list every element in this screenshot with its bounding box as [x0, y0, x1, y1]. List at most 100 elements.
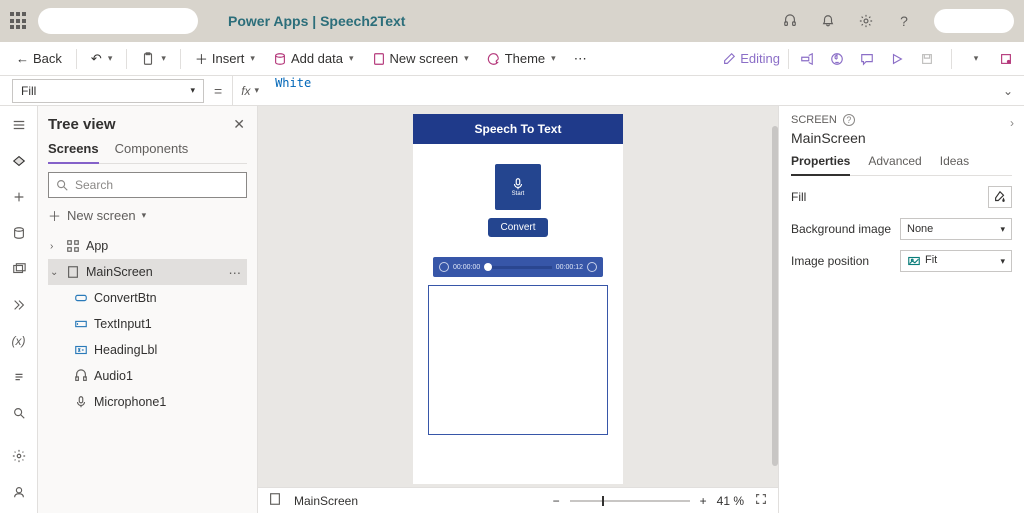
back-button[interactable]: ←Back — [10, 47, 68, 70]
app-title: Power Apps | Speech2Text — [228, 13, 405, 29]
comments-icon[interactable] — [859, 51, 875, 67]
tab-components[interactable]: Components — [115, 141, 189, 163]
command-bar: ←Back ↶▾ ▾ ＋Insert▾ Add data▾ New screen… — [0, 42, 1024, 76]
tree-title: Tree view — [48, 116, 247, 133]
app-launcher-icon[interactable] — [10, 12, 28, 30]
tab-screens[interactable]: Screens — [48, 141, 99, 164]
tab-properties[interactable]: Properties — [791, 154, 850, 176]
bgimage-select[interactable]: None▾ — [900, 218, 1012, 240]
back-label: Back — [33, 51, 62, 66]
canvas-microphone[interactable]: Start — [495, 164, 541, 210]
tree-item-headinglbl[interactable]: HeadingLbl — [48, 337, 247, 363]
insert-rail-icon[interactable] — [10, 188, 28, 206]
canvas-audio-player[interactable]: 00:00:00 00:00:12 — [433, 257, 603, 277]
new-screen-cmd[interactable]: New screen▾ — [366, 47, 475, 70]
tree-item-microphone[interactable]: Microphone1 — [48, 389, 247, 415]
imgpos-select[interactable]: Fit ▾ — [900, 250, 1012, 272]
expand-formula-icon[interactable]: ⌄ — [992, 84, 1024, 98]
account-pill[interactable] — [934, 9, 1014, 33]
tab-ideas[interactable]: Ideas — [940, 154, 969, 175]
advanced-tools-icon[interactable] — [10, 368, 28, 386]
tree-item-more-icon[interactable]: ⋯ — [229, 265, 248, 280]
tree-item-app[interactable]: › App — [48, 233, 247, 259]
property-selector[interactable]: Fill ▾ — [12, 79, 204, 103]
app-checker-icon[interactable] — [829, 51, 845, 67]
canvas-status-bar: MainScreen − + 41 % — [258, 487, 778, 513]
imgpos-label: Image position — [791, 254, 869, 268]
tree-label: Microphone1 — [94, 395, 166, 409]
screen-icon — [268, 492, 282, 509]
media-rail-icon[interactable] — [10, 260, 28, 278]
virtual-agent-icon[interactable] — [782, 13, 798, 29]
virtual-agent-rail-icon[interactable] — [10, 483, 28, 501]
play-icon[interactable] — [439, 262, 449, 272]
canvas-textinput[interactable] — [428, 285, 608, 435]
power-automate-icon[interactable] — [10, 296, 28, 314]
screen-name: MainScreen — [791, 130, 1012, 146]
zoom-out-icon[interactable]: − — [553, 494, 560, 508]
screen-label: SCREEN — [791, 114, 837, 126]
tree-item-audio[interactable]: Audio1 — [48, 363, 247, 389]
environment-pill[interactable] — [38, 8, 198, 34]
tree-view-icon[interactable] — [10, 152, 28, 170]
editing-mode[interactable]: Editing — [716, 47, 786, 70]
settings-rail-icon[interactable] — [10, 447, 28, 465]
theme-label: Theme — [505, 51, 545, 66]
fill-color-swatch[interactable] — [988, 186, 1012, 208]
tree-label: App — [86, 239, 108, 253]
tree-item-mainscreen[interactable]: ⌄ MainScreen ⋯ — [48, 259, 247, 285]
help-circle-icon[interactable]: ? — [843, 114, 855, 126]
help-icon[interactable]: ? — [896, 13, 912, 29]
audio-menu-icon[interactable] — [587, 262, 597, 272]
preview-icon[interactable] — [889, 51, 905, 67]
publish-split-chev[interactable]: ▾ — [968, 51, 984, 67]
fx-button[interactable]: fx▾ — [232, 76, 267, 105]
tree-label: HeadingLbl — [94, 343, 157, 357]
publish-icon[interactable] — [998, 51, 1014, 67]
save-icon[interactable] — [919, 51, 935, 67]
formula-input[interactable]: White — [267, 76, 992, 105]
imgpos-value: Fit — [925, 254, 937, 268]
share-icon[interactable] — [799, 51, 815, 67]
canvas-convert-button[interactable]: Convert — [488, 218, 547, 237]
tree-label: Audio1 — [94, 369, 133, 383]
editing-label: Editing — [740, 51, 780, 66]
audio-current: 00:00:00 — [453, 264, 480, 271]
title-separator: | — [312, 13, 316, 29]
zoom-value: 41 % — [717, 494, 744, 508]
canvas-heading[interactable]: Speech To Text — [413, 114, 623, 144]
tab-advanced[interactable]: Advanced — [868, 154, 921, 175]
add-data-button[interactable]: Add data▾ — [267, 47, 360, 70]
zoom-in-icon[interactable]: + — [700, 494, 707, 508]
tree-label: TextInput1 — [94, 317, 152, 331]
tree-label: ConvertBtn — [94, 291, 157, 305]
tree-item-convertbtn[interactable]: ConvertBtn — [48, 285, 247, 311]
search-rail-icon[interactable] — [10, 404, 28, 422]
add-data-label: Add data — [291, 51, 343, 66]
tree-search-input[interactable]: Search — [48, 172, 247, 198]
fit-to-screen-icon[interactable] — [754, 492, 768, 509]
close-panel-icon[interactable]: ✕ — [233, 116, 245, 133]
zoom-slider[interactable] — [570, 500, 690, 502]
settings-icon[interactable] — [858, 13, 874, 29]
app-canvas[interactable]: Speech To Text Start Convert 00:00:00 00… — [413, 114, 623, 484]
new-screen-label: New screen — [390, 51, 459, 66]
panel-collapse-icon[interactable]: › — [1010, 116, 1014, 130]
new-screen-tree-label: New screen — [67, 208, 136, 223]
theme-button[interactable]: Theme▾ — [481, 47, 562, 70]
properties-panel: › SCREEN? MainScreen Properties Advanced… — [778, 106, 1024, 513]
notifications-icon[interactable] — [820, 13, 836, 29]
new-screen-button[interactable]: ＋New screen▾ — [48, 206, 247, 225]
insert-label: Insert — [212, 51, 245, 66]
paste-button[interactable]: ▾ — [135, 48, 172, 70]
hamburger-icon[interactable] — [10, 116, 28, 134]
undo-button[interactable]: ↶▾ — [85, 47, 118, 71]
variables-icon[interactable]: (x) — [10, 332, 28, 350]
tree-label: MainScreen — [86, 265, 153, 279]
tree-item-textinput[interactable]: TextInput1 — [48, 311, 247, 337]
chevron-down-icon: ▾ — [190, 85, 195, 96]
data-rail-icon[interactable] — [10, 224, 28, 242]
overflow-button[interactable]: ⋯ — [568, 47, 593, 71]
insert-button[interactable]: ＋Insert▾ — [189, 45, 261, 72]
fill-label: Fill — [791, 190, 806, 204]
